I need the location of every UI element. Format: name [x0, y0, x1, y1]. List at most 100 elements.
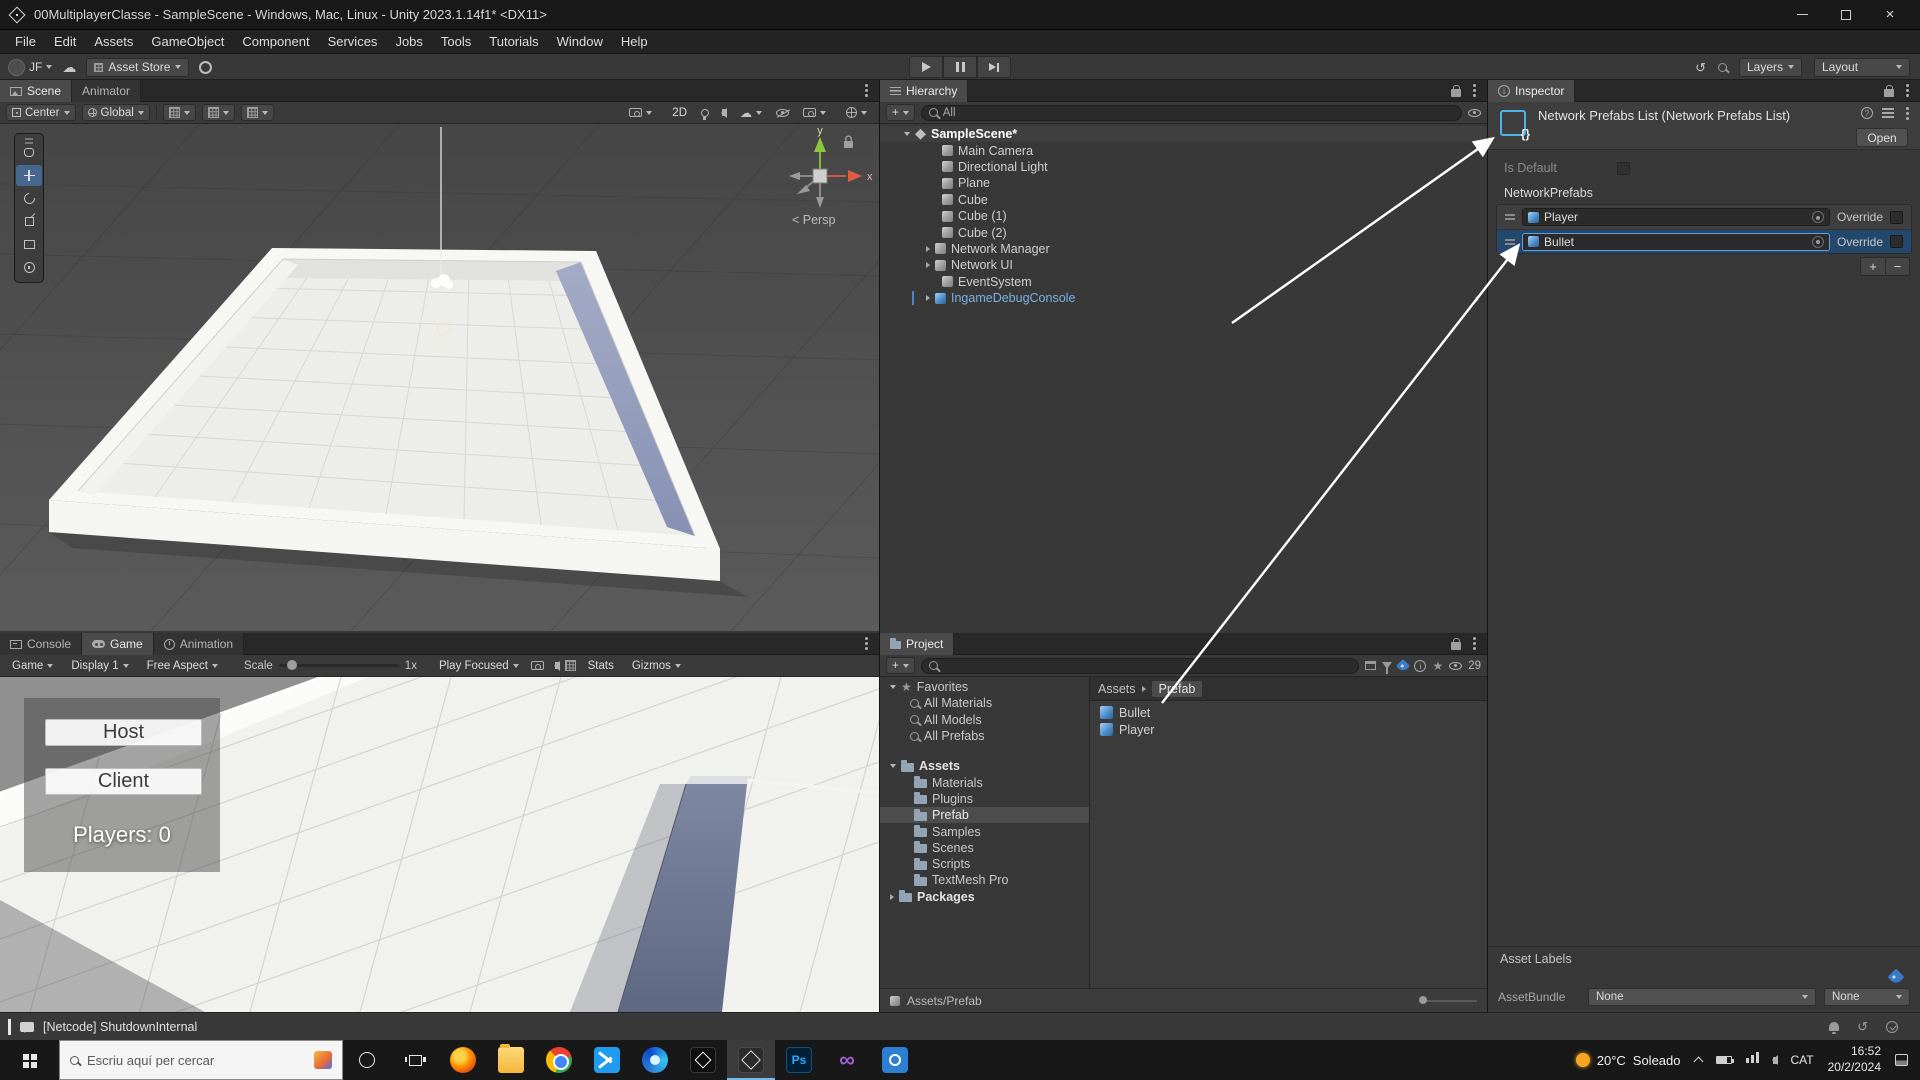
folder-samples[interactable]: Samples [880, 823, 1089, 839]
taskbar-app-visual-studio[interactable] [823, 1040, 871, 1080]
cortana-button[interactable] [343, 1040, 391, 1080]
close-button[interactable]: × [1868, 0, 1912, 30]
drag-handle-icon[interactable] [1505, 214, 1515, 216]
lock-icon[interactable] [1451, 89, 1461, 97]
hierarchy-scene-row[interactable]: SampleScene* [880, 126, 1487, 142]
hierarchy-item-network-manager[interactable]: Network Manager [880, 241, 1487, 257]
tab-project[interactable]: Project [880, 633, 954, 655]
mute-audio-icon[interactable] [555, 662, 559, 669]
snap-increment-dropdown[interactable] [202, 104, 235, 121]
menu-tools[interactable]: Tools [432, 30, 480, 54]
tab-animation[interactable]: Animation [154, 633, 244, 655]
taskbar-search[interactable] [59, 1040, 343, 1080]
tools-grip-icon[interactable] [25, 138, 33, 140]
override-checkbox[interactable] [1890, 235, 1903, 248]
scale-tool-button[interactable] [16, 211, 42, 232]
task-view-button[interactable] [391, 1040, 439, 1080]
asset-store-button[interactable]: Asset Store [86, 58, 189, 77]
add-gameobject-button[interactable]: + [886, 104, 915, 121]
host-button[interactable]: Host [45, 719, 202, 746]
draw-mode-dropdown[interactable] [623, 104, 658, 121]
favorite-all-prefabs[interactable]: All Prefabs [880, 728, 1089, 744]
assetbundle-variant-dropdown[interactable]: None [1824, 988, 1910, 1006]
refresh-icon[interactable]: ↺ [1857, 1020, 1868, 1033]
taskbar-app-blue[interactable] [871, 1040, 919, 1080]
expand-down-icon[interactable] [904, 132, 910, 136]
panel-menu-icon[interactable] [1473, 642, 1476, 645]
step-button[interactable] [977, 56, 1011, 78]
prefab-row-bullet[interactable]: Bullet Override [1497, 229, 1911, 253]
expand-right-icon[interactable] [926, 246, 930, 252]
taskbar-app-chrome[interactable] [535, 1040, 583, 1080]
slider-knob[interactable] [1419, 996, 1427, 1004]
status-bar[interactable]: [Netcode] ShutdownInternal ↺ [0, 1012, 1920, 1040]
capture-icon[interactable] [531, 661, 544, 670]
scene-audio-icon[interactable] [722, 109, 726, 116]
remove-element-button[interactable]: − [1885, 258, 1909, 275]
tab-console[interactable]: Console [0, 633, 82, 655]
pivot-dropdown[interactable]: Center [6, 104, 76, 121]
folder-plugins[interactable]: Plugins [880, 791, 1089, 807]
search-label-icon[interactable] [1396, 658, 1410, 672]
maximize-button[interactable] [1824, 0, 1868, 30]
weather-widget[interactable]: 20°C Soleado [1576, 1053, 1681, 1068]
asset-bullet[interactable]: Bullet [1090, 704, 1487, 721]
add-element-button[interactable]: + [1861, 258, 1885, 275]
hierarchy-item-network-ui[interactable]: Network UI [880, 257, 1487, 273]
favorites-header[interactable]: ★Favorites [880, 679, 1089, 695]
tool-settings-dropdown[interactable] [241, 104, 274, 121]
hierarchy-item-directional-light[interactable]: Directional Light [880, 159, 1487, 175]
view-tool-button[interactable] [16, 142, 42, 163]
camera-settings-dropdown[interactable] [797, 104, 832, 121]
toggle-2d-button[interactable]: 2D [666, 104, 693, 121]
clock[interactable]: 16:52 20/2/2024 [1828, 1044, 1881, 1075]
play-button[interactable] [909, 56, 943, 78]
lock-icon[interactable] [1884, 89, 1894, 97]
search-type-icon[interactable] [1382, 662, 1392, 669]
notifications-muted-icon[interactable] [1829, 1022, 1839, 1031]
taskbar-app-photoshop[interactable] [775, 1040, 823, 1080]
expand-right-icon[interactable] [926, 262, 930, 268]
panel-menu-icon[interactable] [865, 89, 868, 92]
client-button[interactable]: Client [45, 768, 202, 795]
hierarchy-item-cube[interactable]: Cube [880, 192, 1487, 208]
scene-render[interactable]: y x < Persp [0, 124, 879, 631]
menu-component[interactable]: Component [233, 30, 318, 54]
hierarchy-item-plane[interactable]: Plane [880, 175, 1487, 191]
search-icon[interactable] [1718, 63, 1727, 72]
hierarchy-item-eventsystem[interactable]: EventSystem [880, 274, 1487, 290]
menu-file[interactable]: File [6, 30, 45, 54]
packages-row[interactable]: Packages [880, 889, 1089, 905]
gizmo-center-cube[interactable] [813, 169, 827, 183]
vsync-grid-icon[interactable] [565, 660, 576, 671]
folder-scripts[interactable]: Scripts [880, 856, 1089, 872]
stats-button[interactable]: Stats [582, 657, 620, 674]
action-center-icon[interactable] [1895, 1054, 1908, 1066]
favorite-all-models[interactable]: All Models [880, 712, 1089, 728]
menu-gameobject[interactable]: GameObject [142, 30, 233, 54]
hidden-packages-icon[interactable] [1449, 662, 1462, 670]
hierarchy-item-cube-2[interactable]: Cube (2) [880, 224, 1487, 240]
tab-inspector[interactable]: Inspector [1488, 80, 1575, 102]
object-picker-icon[interactable] [1812, 236, 1824, 248]
component-menu-icon[interactable] [1906, 112, 1909, 115]
menu-window[interactable]: Window [548, 30, 612, 54]
help-icon[interactable] [1861, 107, 1873, 119]
panel-menu-icon[interactable] [865, 642, 868, 645]
favorite-all-materials[interactable]: All Materials [880, 695, 1089, 711]
grid-snap-dropdown[interactable] [163, 104, 196, 121]
asset-label-icon[interactable] [1888, 969, 1905, 986]
saved-search-icon[interactable]: ★ [1432, 660, 1443, 672]
hierarchy-search-input[interactable] [943, 107, 1454, 119]
perspective-label[interactable]: < Persp [792, 213, 835, 227]
transform-tool-button[interactable] [16, 257, 42, 278]
tab-game[interactable]: Game [82, 633, 154, 655]
project-search-input[interactable] [943, 660, 1352, 672]
slider-knob[interactable] [287, 660, 297, 670]
taskbar-app-unity-hub[interactable] [679, 1040, 727, 1080]
open-button[interactable]: Open [1856, 128, 1908, 147]
expand-right-icon[interactable] [890, 894, 894, 900]
folder-scenes[interactable]: Scenes [880, 840, 1089, 856]
taskbar-app-explorer[interactable] [487, 1040, 535, 1080]
status-message[interactable]: [Netcode] ShutdownInternal [43, 1020, 197, 1034]
